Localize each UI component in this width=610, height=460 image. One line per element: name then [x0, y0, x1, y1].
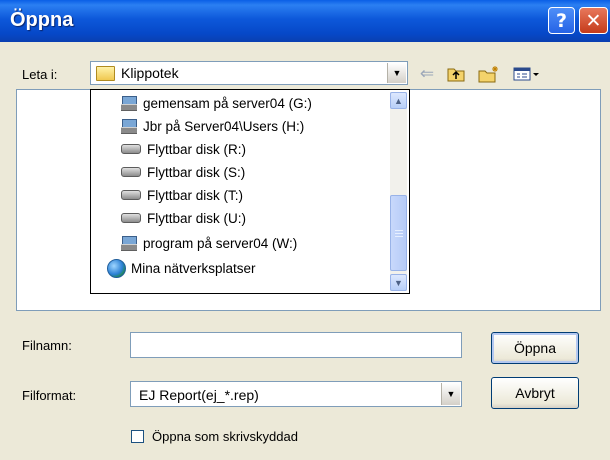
scroll-down-button[interactable]: ▼ — [390, 274, 407, 291]
readonly-label[interactable]: Öppna som skrivskyddad — [152, 429, 298, 444]
close-button[interactable]: ✕ — [579, 7, 608, 34]
look-in-combobox[interactable]: Klippotek ▼ — [90, 61, 408, 85]
network-drive-icon — [121, 119, 137, 134]
list-item-network-drive-g[interactable]: gemensam på server04 (G:) — [121, 92, 312, 114]
list-item-label: Mina nätverksplatser — [131, 260, 256, 276]
list-item-network-drive-h[interactable]: Jbr på Server04\Users (H:) — [121, 115, 304, 137]
folder-icon — [96, 66, 115, 81]
close-icon: ✕ — [585, 9, 602, 32]
list-item-network-places[interactable]: Mina nätverksplatser — [107, 257, 256, 279]
scroll-thumb[interactable] — [390, 195, 407, 271]
filename-label: Filnamn: — [22, 338, 72, 353]
filetype-combobox[interactable]: EJ Report(ej_*.rep) ▼ — [130, 381, 462, 407]
list-item-removable-t[interactable]: Flyttbar disk (T:) — [121, 184, 243, 206]
filetype-label: Filformat: — [22, 388, 77, 403]
list-item-label: Flyttbar disk (T:) — [147, 187, 244, 203]
list-item-label: Flyttbar disk (U:) — [147, 210, 247, 226]
dropdown-scrollbar[interactable]: ▲ ▼ — [390, 92, 407, 291]
removable-disk-icon — [121, 213, 141, 223]
up-one-level-icon[interactable] — [444, 62, 468, 86]
list-item-network-drive-w[interactable]: program på server04 (W:) — [121, 232, 297, 254]
new-folder-icon[interactable] — [476, 62, 502, 86]
help-button[interactable]: ? — [548, 7, 575, 34]
cancel-button[interactable]: Avbryt — [491, 377, 579, 409]
filetype-dropdown-arrow[interactable]: ▼ — [441, 383, 460, 405]
window-title: Öppna — [10, 9, 74, 31]
list-item-removable-s[interactable]: Flyttbar disk (S:) — [121, 161, 245, 183]
open-button-label: Öppna — [513, 340, 557, 356]
look-in-dropdown-arrow[interactable]: ▼ — [387, 63, 406, 83]
open-button[interactable]: Öppna — [491, 332, 579, 364]
list-item-removable-u[interactable]: Flyttbar disk (U:) — [121, 207, 246, 229]
cancel-button-label: Avbryt — [515, 385, 555, 401]
readonly-checkbox[interactable] — [131, 430, 144, 443]
list-item-label: gemensam på server04 (G:) — [143, 95, 312, 111]
view-menu-icon[interactable] — [511, 62, 543, 86]
network-drive-icon — [121, 236, 137, 251]
filetype-value: EJ Report(ej_*.rep) — [139, 387, 259, 403]
removable-disk-icon — [121, 144, 141, 154]
removable-disk-icon — [121, 167, 141, 177]
title-bar: Öppna ? ✕ — [0, 0, 610, 42]
list-item-removable-r[interactable]: Flyttbar disk (R:) — [121, 138, 246, 160]
removable-disk-icon — [121, 190, 141, 200]
help-icon: ? — [555, 9, 568, 32]
list-item-label: Jbr på Server04\Users (H:) — [143, 118, 305, 134]
list-item-label: program på server04 (W:) — [143, 235, 298, 251]
location-dropdown-list[interactable]: gemensam på server04 (G:) Jbr på Server0… — [90, 89, 410, 294]
list-item-label: Flyttbar disk (S:) — [147, 164, 246, 180]
back-arrow-icon[interactable]: ⇐ — [417, 62, 437, 86]
network-places-icon — [107, 258, 126, 278]
network-drive-icon — [121, 96, 137, 111]
scroll-up-button[interactable]: ▲ — [390, 92, 407, 109]
look-in-label: Leta i: — [22, 67, 58, 82]
list-item-label: Flyttbar disk (R:) — [147, 141, 247, 157]
filename-input[interactable] — [130, 332, 462, 358]
look-in-value: Klippotek — [121, 65, 179, 81]
